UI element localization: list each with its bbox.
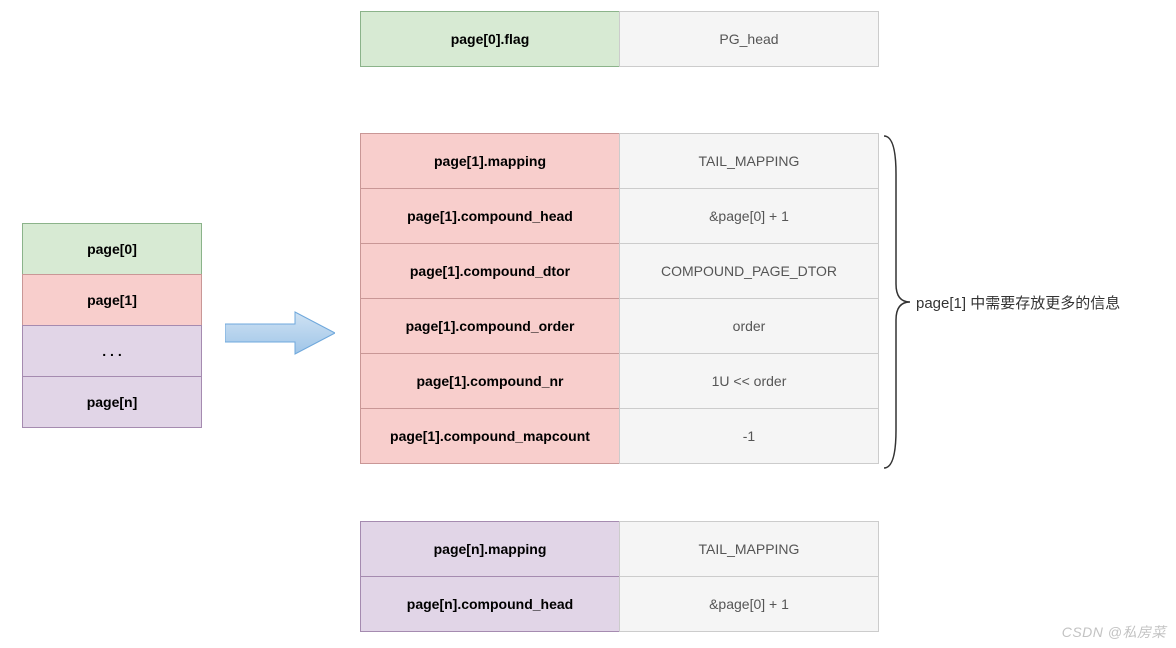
page-array-row: . . .: [22, 325, 202, 377]
field-value: COMPOUND_PAGE_DTOR: [619, 243, 879, 299]
pagen-detail-table: page[n].mapping TAIL_MAPPING page[n].com…: [360, 522, 880, 632]
field-value: TAIL_MAPPING: [619, 521, 879, 577]
page-array-table: page[0] page[1] . . . page[n]: [22, 224, 202, 428]
field-label: page[1].compound_order: [360, 298, 620, 354]
field-label: page[0].flag: [360, 11, 620, 67]
watermark: CSDN @私房菜: [1062, 622, 1166, 642]
field-label: page[1].compound_head: [360, 188, 620, 244]
field-value: 1U << order: [619, 353, 879, 409]
field-value: &page[0] + 1: [619, 188, 879, 244]
field-value: PG_head: [619, 11, 879, 67]
field-value: order: [619, 298, 879, 354]
field-label: page[1].mapping: [360, 133, 620, 189]
annotation-text: page[1] 中需要存放更多的信息: [916, 292, 1120, 313]
field-label: page[1].compound_dtor: [360, 243, 620, 299]
page0-detail-table: page[0].flag PG_head: [360, 12, 880, 67]
page1-detail-table: page[1].mapping TAIL_MAPPING page[1].com…: [360, 134, 880, 464]
page-array-row: page[n]: [22, 376, 202, 428]
curly-brace-icon: [882, 134, 912, 470]
field-value: &page[0] + 1: [619, 576, 879, 632]
field-label: page[1].compound_mapcount: [360, 408, 620, 464]
field-label: page[1].compound_nr: [360, 353, 620, 409]
page-array-row: page[1]: [22, 274, 202, 326]
field-value: -1: [619, 408, 879, 464]
page-array-row: page[0]: [22, 223, 202, 275]
arrow-icon: [225, 310, 335, 356]
field-value: TAIL_MAPPING: [619, 133, 879, 189]
field-label: page[n].mapping: [360, 521, 620, 577]
field-label: page[n].compound_head: [360, 576, 620, 632]
